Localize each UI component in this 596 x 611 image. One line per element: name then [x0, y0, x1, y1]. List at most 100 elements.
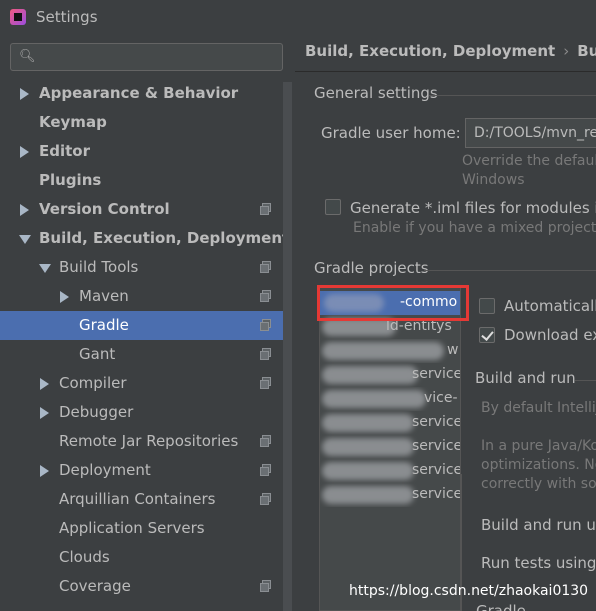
sidebar-item-remote-jar-repositories[interactable]: Remote Jar Repositories — [0, 427, 283, 456]
pure-java-hint-2: optimizations. No — [481, 457, 596, 473]
expand-arrow-icon[interactable] — [20, 204, 29, 216]
title-bar: Settings — [0, 0, 596, 34]
sidebar-item-label: Application Servers — [59, 519, 205, 537]
project-level-icon — [260, 348, 271, 360]
project-name: service- — [412, 414, 460, 430]
list-item[interactable]: service- — [320, 483, 460, 507]
by-default-hint: By default IntelliJ — [481, 400, 596, 416]
collapse-arrow-icon[interactable] — [19, 235, 31, 244]
expand-arrow-icon[interactable] — [60, 291, 69, 303]
generate-iml-checkbox[interactable] — [325, 199, 341, 215]
expand-arrow-icon[interactable] — [40, 378, 49, 390]
build-and-run-heading: Build and run — [475, 369, 576, 387]
sidebar-scrollbar[interactable] — [283, 82, 292, 611]
sidebar-item-coverage[interactable]: Coverage — [0, 572, 283, 601]
intellij-app-icon — [10, 9, 26, 25]
project-level-icon — [260, 203, 271, 215]
list-item[interactable]: service- — [320, 459, 460, 483]
gradle-user-home-field[interactable] — [465, 118, 596, 148]
search-icon[interactable]: 🔍︎ — [19, 49, 36, 64]
redacted-text — [322, 438, 414, 456]
gradle-projects-heading: Gradle projects — [314, 259, 429, 277]
search-input[interactable] — [41, 47, 281, 69]
expand-arrow-icon[interactable] — [20, 88, 29, 100]
list-item[interactable]: vice- — [320, 387, 460, 411]
project-level-icon — [260, 435, 271, 447]
sidebar-item-label: Gant — [79, 345, 116, 363]
gradle-projects-list[interactable]: -commo ld-entitys w service- vice- servi… — [319, 286, 461, 611]
pure-java-hint-3: correctly with so — [481, 476, 596, 492]
sidebar-item-label: Gradle — [79, 316, 129, 334]
collapse-arrow-icon[interactable] — [39, 264, 51, 273]
sidebar-item-build-execution-deployment[interactable]: Build, Execution, Deployment — [0, 224, 289, 253]
redacted-text — [322, 366, 418, 384]
auto-import-checkbox[interactable] — [479, 298, 495, 314]
watermark-text: https://blog.csdn.net/zhaokai0130 — [349, 583, 589, 599]
general-settings-heading: General settings — [314, 84, 438, 102]
settings-sidebar: 🔍︎ Appearance & Behavior Keymap Editor P… — [0, 34, 295, 611]
list-item[interactable]: w — [320, 339, 460, 363]
redacted-text — [322, 390, 426, 408]
section-divider — [424, 270, 596, 271]
sidebar-item-plugins[interactable]: Plugins — [0, 166, 283, 195]
list-item[interactable]: service- — [320, 435, 460, 459]
project-level-icon — [260, 261, 271, 273]
breadcrumb-item: Build Too — [577, 42, 596, 60]
sidebar-item-application-servers[interactable]: Application Servers — [0, 514, 283, 543]
project-level-icon — [260, 290, 271, 302]
sidebar-item-editor[interactable]: Editor — [0, 137, 283, 166]
sidebar-item-debugger[interactable]: Debugger — [0, 398, 283, 427]
settings-search-box[interactable]: 🔍︎ — [10, 43, 283, 71]
project-name: service- — [412, 486, 460, 502]
pure-java-hint: In a pure Java/Ko — [481, 438, 596, 454]
redacted-text — [322, 486, 414, 504]
expand-arrow-icon[interactable] — [20, 146, 29, 158]
sidebar-item-label: Build Tools — [59, 258, 139, 276]
project-level-icon — [260, 580, 271, 592]
auto-import-label: Automatically — [504, 297, 596, 315]
generate-iml-hint: Enable if you have a mixed project w — [353, 220, 596, 236]
project-name: service- — [412, 438, 460, 454]
expand-arrow-icon[interactable] — [40, 407, 49, 419]
sidebar-item-maven[interactable]: Maven — [0, 282, 283, 311]
project-name: vice- — [424, 390, 458, 406]
breadcrumb-item: Build, Execution, Deployment — [305, 42, 556, 60]
download-label: Download ext — [504, 326, 596, 344]
header-divider — [295, 71, 596, 72]
breadcrumb-separator: › — [563, 42, 570, 60]
sidebar-item-label: Maven — [79, 287, 129, 305]
redacted-text — [322, 342, 444, 360]
list-item[interactable]: service- — [320, 363, 460, 387]
build-run-using-label: Build and run usi — [481, 516, 596, 534]
annotation-highlight-box — [317, 285, 469, 321]
sidebar-item-label: Compiler — [59, 374, 127, 392]
override-hint-os: Windows — [462, 172, 525, 188]
list-item[interactable]: service- — [320, 411, 460, 435]
breadcrumb: Build, Execution, Deployment › Build Too — [305, 42, 596, 60]
sidebar-item-gradle[interactable]: Gradle — [0, 311, 292, 340]
sidebar-item-label: Clouds — [59, 548, 110, 566]
sidebar-item-build-tools[interactable]: Build Tools — [0, 253, 283, 282]
override-hint: Override the default — [462, 153, 596, 169]
gradle-user-home-label: Gradle user home: — [321, 124, 461, 142]
sidebar-item-deployment[interactable]: Deployment — [0, 456, 283, 485]
generate-iml-label: Generate *.iml files for modules impo — [350, 199, 596, 217]
project-name: w — [447, 342, 459, 358]
sidebar-item-appearance-behavior[interactable]: Appearance & Behavior — [0, 79, 283, 108]
sidebar-item-arquillian-containers[interactable]: Arquillian Containers — [0, 485, 283, 514]
project-level-icon — [260, 319, 271, 331]
sidebar-item-compiler[interactable]: Compiler — [0, 369, 283, 398]
sidebar-item-label: Coverage — [59, 577, 131, 595]
project-name: service- — [412, 366, 460, 382]
download-external-annotations-checkbox[interactable] — [479, 327, 495, 343]
sidebar-item-clouds[interactable]: Clouds — [0, 543, 283, 572]
project-level-icon — [260, 464, 271, 476]
expand-arrow-icon[interactable] — [40, 465, 49, 477]
sidebar-item-gant[interactable]: Gant — [0, 340, 283, 369]
sidebar-item-version-control[interactable]: Version Control — [0, 195, 283, 224]
sidebar-item-label: Debugger — [59, 403, 134, 421]
section-divider — [429, 95, 596, 96]
sidebar-item-label: Plugins — [39, 171, 102, 189]
sidebar-item-keymap[interactable]: Keymap — [0, 108, 283, 137]
project-level-icon — [260, 493, 271, 505]
